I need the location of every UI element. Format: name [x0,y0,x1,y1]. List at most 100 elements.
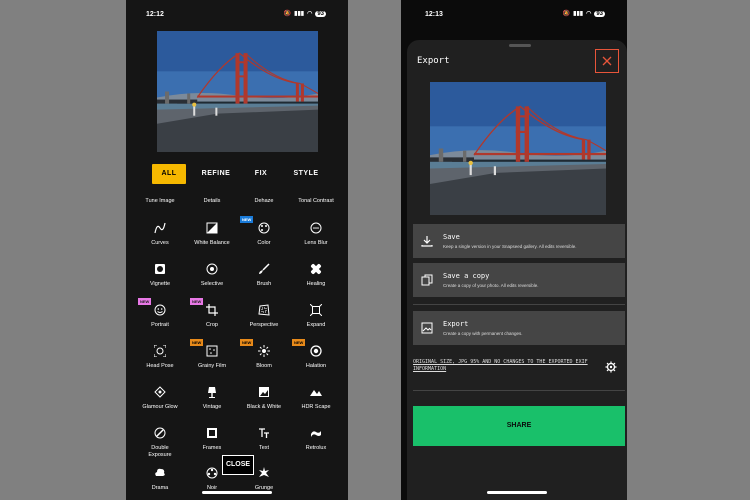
tool-text[interactable]: Text [238,427,290,452]
hdr-scape-icon [310,390,322,396]
copy-icon [421,274,433,286]
tool-curves[interactable]: Curves [134,222,186,247]
tool-label: Vintage [202,404,222,410]
tool-retrolux[interactable]: Retrolux [290,427,342,452]
tool-label: Frames [202,445,222,451]
tool-label: Halation [305,363,327,369]
image-icon [421,322,433,334]
status-icons: 🔕 ▮▮▮ ◠ 93 [284,10,326,17]
tool-head-pose[interactable]: Head Pose [134,345,186,370]
tool-portrait[interactable]: NEW Portrait [134,298,186,329]
tab-style[interactable]: STYLE [286,164,326,184]
tool-crop[interactable]: NEW Crop [186,298,238,329]
tool-drama[interactable]: Drama [134,467,186,492]
tool-label: Healing [306,281,326,287]
battery-icon: 93 [315,10,326,17]
tab-fix[interactable]: FIX [244,164,278,184]
new-badge: NEW [240,216,254,223]
status-bar: 12:13 🔕 ▮▮▮ ◠ 93 [401,10,627,22]
tool-glamour-glow[interactable]: Glamour Glow [134,386,186,411]
close-sheet-button[interactable] [595,49,619,73]
noir-icon [206,467,218,479]
vintage-icon [208,387,216,398]
tool-label: Crop [206,322,218,328]
black-white-icon [259,387,269,397]
tool-label: Double Exposure [148,445,172,458]
left-phone-screen: 12:12 🔕 ▮▮▮ ◠ 93 ALL REFINE FIX STYLE Tu… [126,0,348,500]
home-indicator[interactable] [487,491,547,494]
close-button[interactable]: CLOSE [222,455,254,475]
tool-label: Retrolux [305,445,327,451]
option-title: Save [443,233,460,241]
tool-label: White Balance [194,240,230,246]
export-settings-link[interactable]: Original size, JPG 95% and no changes to… [413,359,593,373]
home-indicator[interactable] [202,491,272,494]
wifi-icon: ◠ [586,11,592,17]
tool-perspective[interactable]: Perspective [238,304,290,329]
signal-icon: ▮▮▮ [294,11,305,17]
vignette-icon [155,264,165,274]
save-option[interactable]: Save Keep a single version in your Snaps… [413,224,625,258]
tool-tonal-contrast[interactable]: Tonal Contrast [290,198,342,205]
option-description: Keep a single version in your Snapseed g… [443,244,577,249]
perspective-icon [258,304,270,316]
tool-healing[interactable]: Healing [290,263,342,288]
tool-label: Tonal Contrast [298,198,334,204]
tool-double-exposure[interactable]: Double Exposure [134,427,186,459]
save-copy-option[interactable]: Save a copy Create a copy of your photo.… [413,263,625,297]
tool-grainy-film[interactable]: NEW Grainy Film [186,339,238,370]
palette-icon [258,222,270,234]
expand-icon [310,304,322,316]
right-phone-screen: 12:13 🔕 ▮▮▮ ◠ 93 Export Save Keep a sing… [401,0,627,500]
tool-black-white[interactable]: Black & White [238,386,290,411]
photo-preview[interactable] [157,31,318,152]
export-photo-preview [430,82,606,215]
tool-color[interactable]: NEW Color [238,216,290,247]
white-balance-icon [206,222,218,234]
tool-white-balance[interactable]: White Balance [186,222,238,247]
crop-icon [206,304,218,316]
sheet-grabber[interactable] [509,44,531,47]
divider [413,304,625,305]
new-badge: NEW [138,298,152,305]
status-time: 12:12 [146,11,164,18]
retrolux-icon [311,431,321,437]
new-badge: NEW [240,339,254,346]
tool-brush[interactable]: Brush [238,263,290,288]
tool-vignette[interactable]: Vignette [134,263,186,288]
tool-expand[interactable]: Expand [290,304,342,329]
tool-label: Drama [151,485,169,491]
option-title: Export [443,320,469,328]
tool-tune-image[interactable]: Tune Image [134,198,186,205]
tool-label: Vignette [149,281,171,287]
tool-halation[interactable]: NEW Halation [290,339,342,370]
brush-icon [259,263,270,274]
tool-label: Tune Image [145,198,175,204]
gear-icon[interactable] [605,361,617,373]
tool-selective[interactable]: Selective [186,263,238,288]
tool-label: Black & White [246,404,282,410]
tool-label: Portrait [151,322,169,328]
tab-refine[interactable]: REFINE [196,164,236,184]
halation-icon [310,345,322,357]
tool-frames[interactable]: Frames [186,427,238,452]
export-option[interactable]: Export Create a copy with permanent chan… [413,311,625,345]
tool-vintage[interactable]: Vintage [186,386,238,411]
tool-label: Glamour Glow [142,404,178,410]
tool-label: Expand [306,322,326,328]
wifi-icon: ◠ [307,11,313,17]
tab-all[interactable]: ALL [152,164,186,184]
text-icon [259,428,269,438]
curves-icon [154,222,166,234]
tool-details[interactable]: Details [186,198,238,205]
status-time: 12:13 [425,11,443,18]
share-button[interactable]: SHARE [413,406,625,446]
tool-label: Selective [200,281,224,287]
tool-dehaze[interactable]: Dehaze [238,198,290,205]
signal-icon: ▮▮▮ [573,11,584,17]
tool-hdr-scape[interactable]: HDR Scape [290,386,342,411]
tool-bloom[interactable]: NEW Bloom [238,339,290,370]
tool-lens-blur[interactable]: Lens Blur [290,222,342,247]
new-badge: NEW [292,339,306,346]
option-description: Create a copy with permanent changes. [443,331,523,336]
